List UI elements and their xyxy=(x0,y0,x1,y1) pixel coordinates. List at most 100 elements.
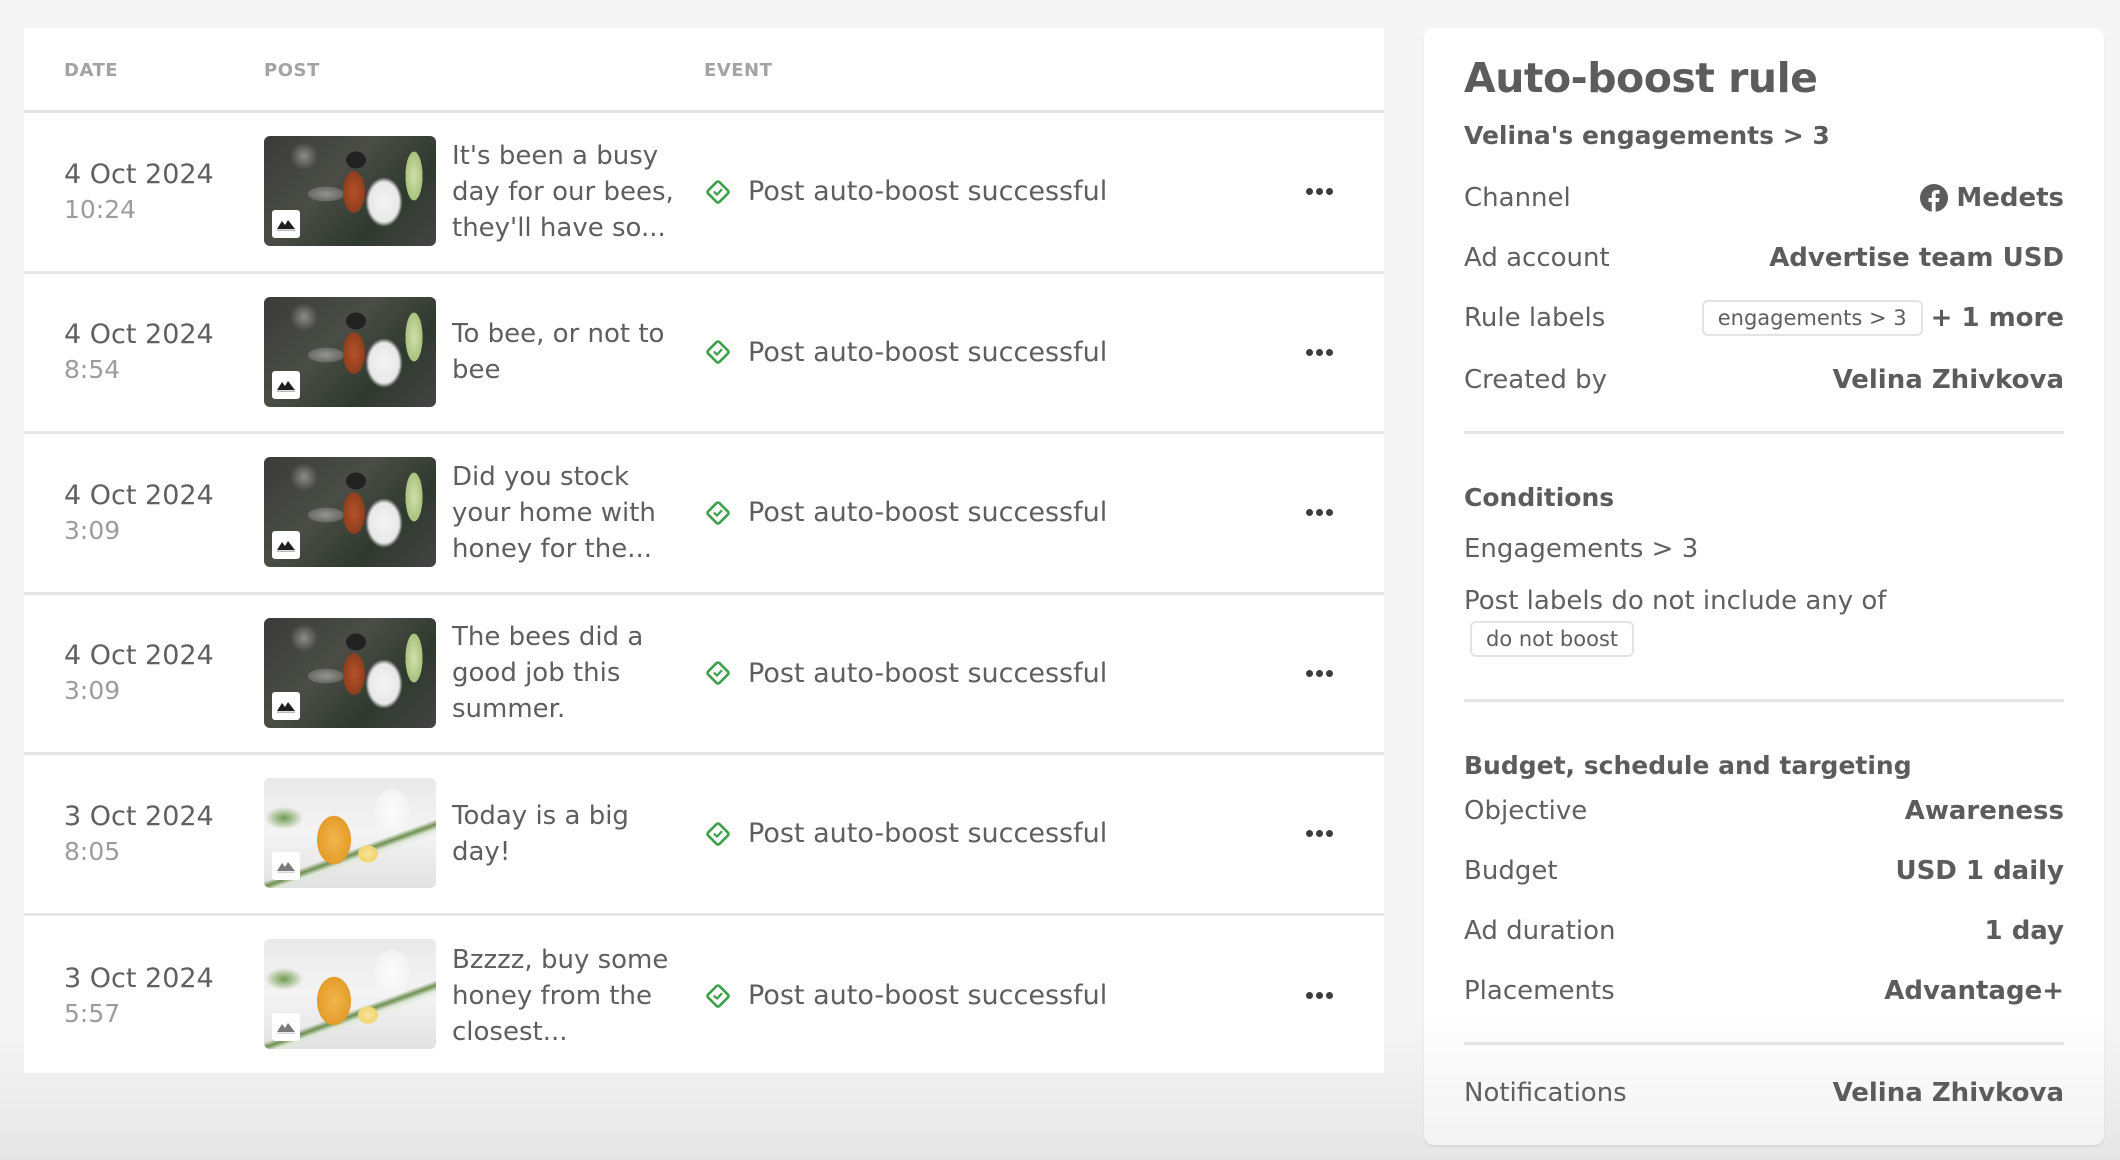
event-cell: Post auto-boost successful xyxy=(704,595,1107,753)
post-text-content: Did you stock your home with honey for t… xyxy=(452,461,656,564)
placements-row: Placements Advantage+ xyxy=(1464,971,2064,1011)
ellipsis-dot xyxy=(1315,830,1323,838)
created-by-value: Velina Zhivkova xyxy=(1832,365,2064,395)
check-diamond-icon xyxy=(706,983,730,1008)
rule-labels-value: engagements > 3 + 1 more xyxy=(1701,300,2064,336)
ad-duration-row: Ad duration 1 day xyxy=(1464,911,2064,951)
row-more-options-button[interactable] xyxy=(1294,172,1344,212)
event-cell: Post auto-boost successful xyxy=(704,113,1107,271)
budget-row: Budget USD 1 daily xyxy=(1464,851,2064,891)
post-time: 8:54 xyxy=(64,355,121,385)
post-text[interactable]: Did you stock your home with honey for t… xyxy=(452,434,682,592)
column-header-post: POST xyxy=(264,60,320,81)
post-text-content: The bees did a good job this summer. xyxy=(452,622,644,725)
objective-label: Objective xyxy=(1464,796,1588,826)
excluded-label-chip: do not boost xyxy=(1470,621,1635,657)
post-text[interactable]: It's been a busy day for our bees, they'… xyxy=(452,113,682,271)
post-date: 4 Oct 2024 xyxy=(64,158,214,190)
ad-account-row: Ad account Advertise team USD xyxy=(1464,238,2064,278)
excluded-label-chip-wrap: do not boost xyxy=(1470,621,1635,657)
ellipsis-dot xyxy=(1315,188,1323,196)
image-icon xyxy=(272,852,300,880)
notifications-label: Notifications xyxy=(1464,1078,1627,1108)
table-row[interactable]: 3 Oct 2024 8:05 Today is a big day! Post… xyxy=(24,755,1384,916)
post-time: 3:09 xyxy=(64,676,121,706)
auto-boost-rule-panel: Auto-boost rule Velina's engagements > 3… xyxy=(1424,28,2104,1145)
ellipsis-dot xyxy=(1315,348,1323,356)
table-row[interactable]: 4 Oct 2024 10:24 It's been a busy day fo… xyxy=(24,113,1384,274)
table-row[interactable]: 4 Oct 2024 8:54 To bee, or not to bee Po… xyxy=(24,274,1384,434)
post-time: 3:09 xyxy=(64,515,121,545)
image-icon xyxy=(272,1012,300,1041)
event-text: Post auto-boost successful xyxy=(748,336,1108,368)
post-thumbnail[interactable] xyxy=(264,136,436,246)
channel-name: Medets xyxy=(1956,183,2064,213)
rule-labels-label: Rule labels xyxy=(1464,303,1606,333)
image-icon xyxy=(272,531,300,559)
date-cell: 4 Oct 2024 3:09 xyxy=(64,434,214,592)
condition-post-labels: Post labels do not include any of xyxy=(1464,586,1887,616)
check-diamond-icon xyxy=(706,821,730,846)
channel-value: Medets xyxy=(1920,183,2064,213)
column-header-event: EVENT xyxy=(704,60,773,81)
created-by-label: Created by xyxy=(1464,365,1608,395)
ad-account-value: Advertise team USD xyxy=(1769,243,2064,273)
ellipsis-dot xyxy=(1325,830,1333,838)
event-cell: Post auto-boost successful xyxy=(704,916,1107,1077)
row-more-options-button[interactable] xyxy=(1294,332,1344,372)
post-date: 4 Oct 2024 xyxy=(64,319,214,351)
row-more-options-button[interactable] xyxy=(1294,976,1344,1016)
check-diamond-icon xyxy=(706,340,730,365)
rule-name: Velina's engagements > 3 xyxy=(1464,121,1830,150)
column-header-date: DATE xyxy=(64,60,119,81)
row-more-options-button[interactable] xyxy=(1294,493,1344,533)
post-text[interactable]: The bees did a good job this summer. xyxy=(452,595,682,753)
check-diamond-icon xyxy=(706,500,730,525)
image-icon xyxy=(272,210,300,238)
row-more-options-button[interactable] xyxy=(1294,814,1344,854)
post-thumbnail[interactable] xyxy=(264,778,436,888)
created-by-row: Created by Velina Zhivkova xyxy=(1464,360,2064,400)
ellipsis-icon xyxy=(1305,188,1313,196)
post-date: 3 Oct 2024 xyxy=(64,962,214,994)
post-thumbnail[interactable] xyxy=(264,617,436,728)
budget-label: Budget xyxy=(1464,856,1558,886)
date-cell: 3 Oct 2024 8:05 xyxy=(64,755,214,913)
divider xyxy=(1464,1042,2064,1045)
post-text[interactable]: To bee, or not to bee xyxy=(452,274,682,432)
table-header: DATE POST EVENT xyxy=(24,28,1384,113)
ellipsis-dot xyxy=(1325,992,1333,1000)
date-cell: 4 Oct 2024 3:09 xyxy=(64,595,214,753)
table-row[interactable]: 3 Oct 2024 5:57 Bzzzz, buy some honey fr… xyxy=(24,916,1384,1077)
post-thumbnail[interactable] xyxy=(264,938,436,1049)
ad-duration-value: 1 day xyxy=(1984,916,2064,946)
post-text[interactable]: Bzzzz, buy some honey from the closest..… xyxy=(452,916,682,1077)
post-date: 4 Oct 2024 xyxy=(64,640,214,672)
post-thumbnail[interactable] xyxy=(264,457,436,567)
rule-label-chip: engagements > 3 xyxy=(1701,300,1923,336)
row-more-options-button[interactable] xyxy=(1294,653,1344,693)
auto-boost-history-table: DATE POST EVENT 4 Oct 2024 10:24 It's be… xyxy=(24,28,1384,1073)
ellipsis-icon xyxy=(1305,348,1313,356)
post-time: 10:24 xyxy=(64,194,137,224)
rule-labels-more-link[interactable]: + 1 more xyxy=(1931,303,2064,333)
divider xyxy=(1464,431,2064,434)
ellipsis-dot xyxy=(1315,669,1323,677)
date-cell: 4 Oct 2024 10:24 xyxy=(64,113,214,271)
post-text-content: Today is a big day! xyxy=(452,800,629,867)
post-time: 8:05 xyxy=(64,836,121,866)
ellipsis-icon xyxy=(1305,509,1313,517)
table-row[interactable]: 4 Oct 2024 3:09 Did you stock your home … xyxy=(24,434,1384,595)
table-row[interactable]: 4 Oct 2024 3:09 The bees did a good job … xyxy=(24,595,1384,755)
event-text: Post auto-boost successful xyxy=(748,980,1108,1012)
event-text: Post auto-boost successful xyxy=(748,176,1108,208)
date-cell: 4 Oct 2024 8:54 xyxy=(64,274,214,432)
post-thumbnail[interactable] xyxy=(264,296,436,407)
conditions-heading: Conditions xyxy=(1464,483,1615,512)
post-text[interactable]: Today is a big day! xyxy=(452,755,682,913)
rule-labels-row: Rule labels engagements > 3 + 1 more xyxy=(1464,298,2064,338)
table-body: 4 Oct 2024 10:24 It's been a busy day fo… xyxy=(24,113,1384,1076)
ellipsis-dot xyxy=(1325,509,1333,517)
facebook-icon xyxy=(1920,184,1949,212)
ellipsis-dot xyxy=(1325,669,1333,677)
